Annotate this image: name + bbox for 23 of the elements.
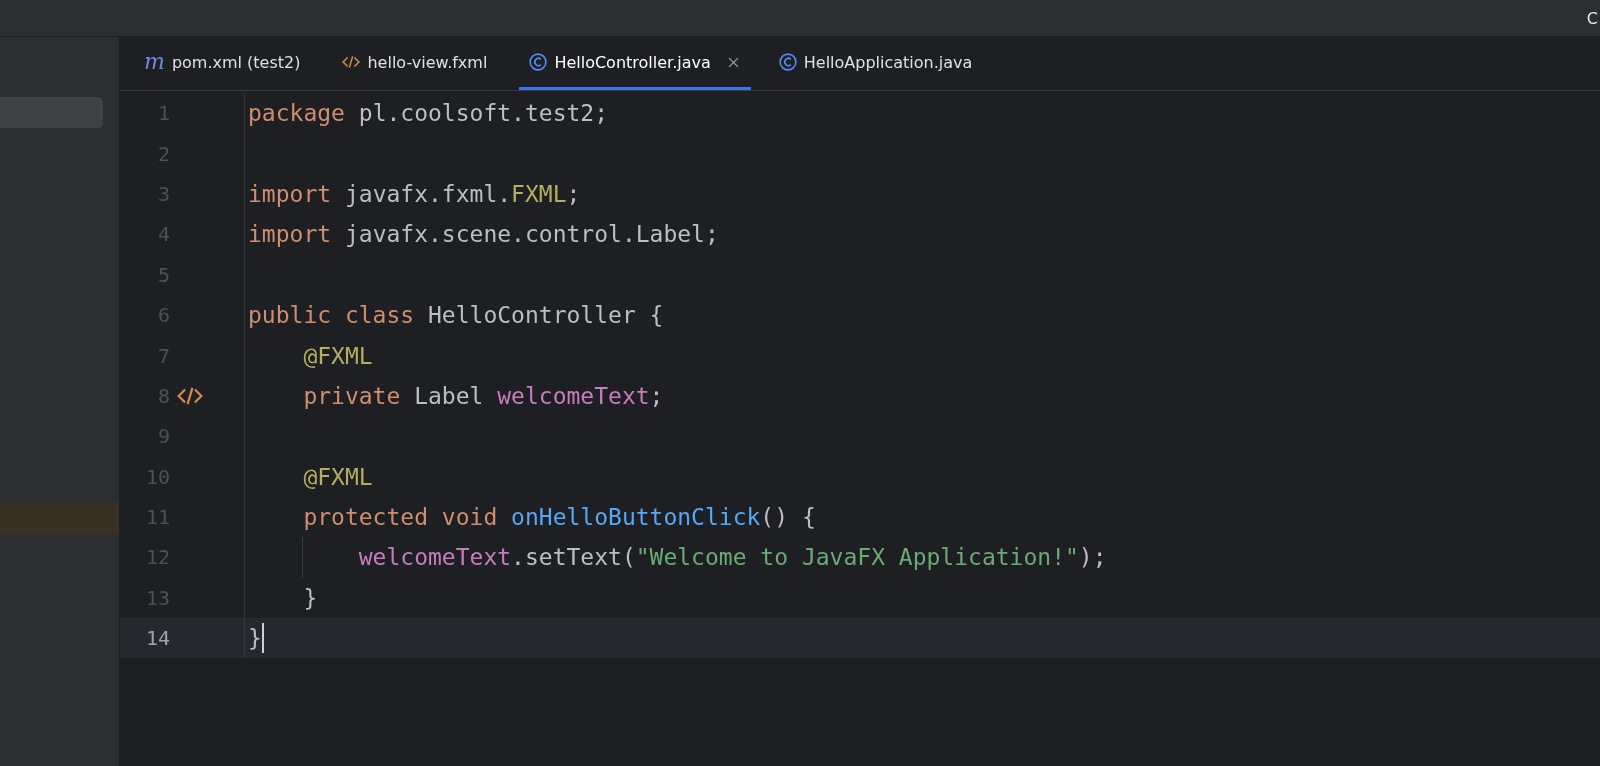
code-tag-icon <box>342 53 361 71</box>
editor-tab[interactable]: HelloController.java <box>519 37 751 90</box>
class-icon <box>529 53 548 71</box>
code-line: } <box>248 625 262 652</box>
code-line: public class HelloController { <box>248 302 664 329</box>
text-caret <box>261 623 264 654</box>
code-line: @FXML <box>302 342 373 369</box>
code-line: import javafx.fxml.FXML; <box>248 180 581 207</box>
editor-tab[interactable]: hello-view.fxml <box>332 37 502 90</box>
window-title: C <box>1586 8 1598 28</box>
maven-icon: m <box>144 53 165 71</box>
class-icon <box>778 53 797 71</box>
line-number: 14 <box>144 626 170 651</box>
code-line: welcomeText.setText("Welcome to JavaFX Application!"); <box>357 544 1107 571</box>
editor-tab[interactable]: HelloApplication.java <box>768 37 987 90</box>
close-icon[interactable] <box>727 56 739 68</box>
code-line: @FXML <box>302 463 373 490</box>
code-line: package pl.coolsoft.test2; <box>248 100 609 127</box>
editor-tab[interactable]: m pom.xml (test2) <box>134 37 315 90</box>
code-line: import javafx.scene.control.Label; <box>248 221 719 248</box>
code-line: } <box>302 584 318 611</box>
code-line: private Label welcomeText; <box>302 382 664 409</box>
code-line: protected void onHelloButtonClick() { <box>302 504 816 531</box>
